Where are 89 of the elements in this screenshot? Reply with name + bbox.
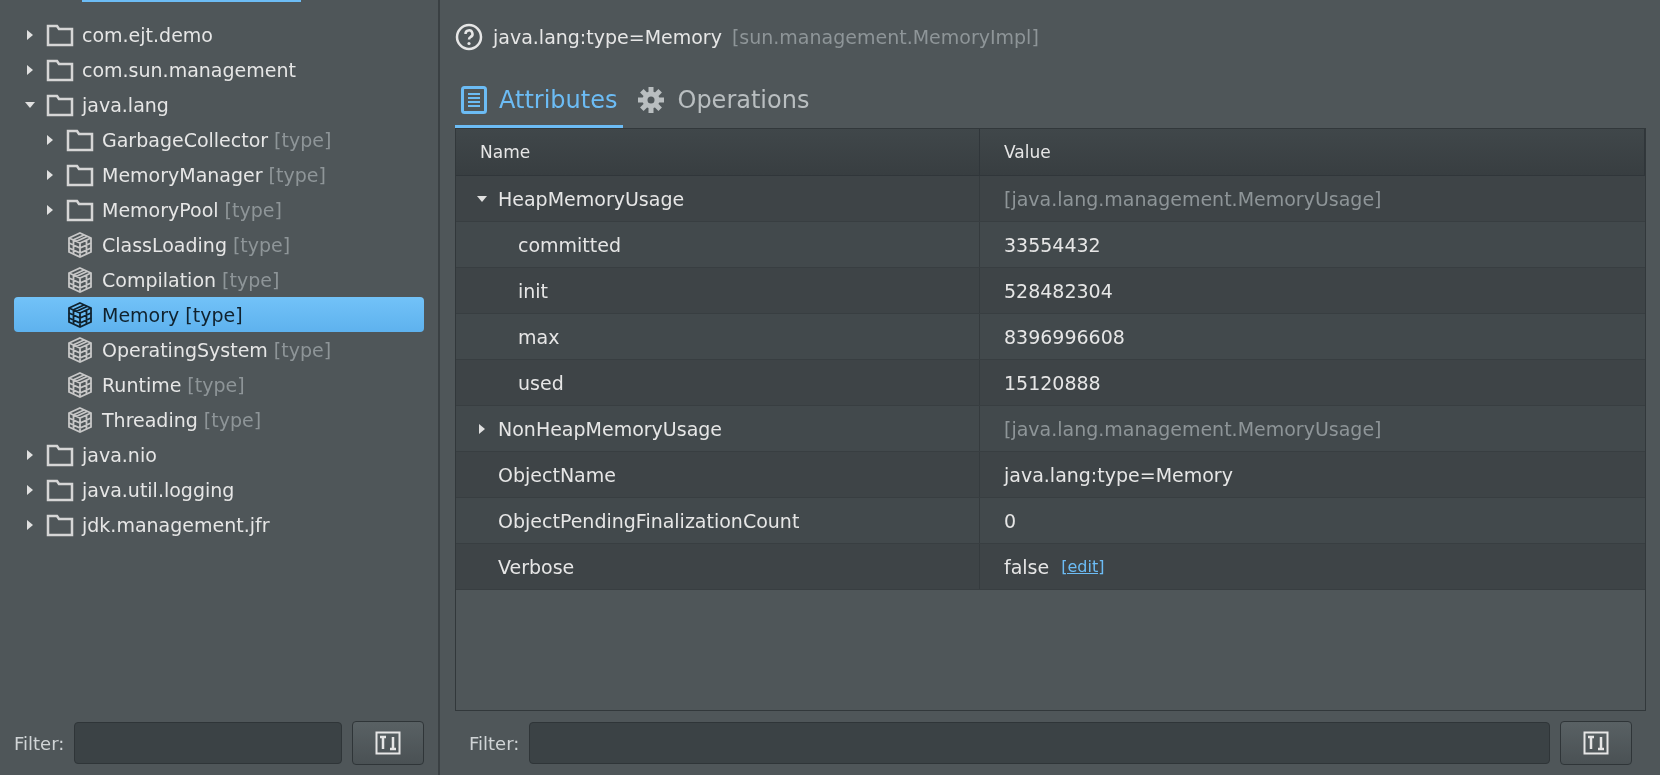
tree-item-label: com.ejt.demo	[82, 23, 213, 46]
attribute-name: ObjectName	[498, 463, 616, 486]
attribute-name: Verbose	[498, 555, 575, 578]
tree-item-label: MemoryPool	[102, 198, 219, 221]
tree-item[interactable]: ClassLoading [type]	[14, 227, 424, 262]
tree-item-label: Memory	[102, 303, 180, 326]
column-header[interactable]: Value	[980, 129, 1645, 175]
tree-item[interactable]: MemoryManager [type]	[14, 157, 424, 192]
tree-item[interactable]: MemoryPool [type]	[14, 192, 424, 227]
filter-field[interactable]	[74, 722, 342, 764]
tree-item-label: jdk.management.jfr	[82, 513, 270, 536]
tree-item[interactable]: jdk.management.jfr	[14, 507, 424, 542]
help-icon	[455, 23, 483, 51]
tree-item-type: [type]	[273, 338, 332, 361]
folder-icon	[46, 57, 74, 82]
cube-icon	[66, 230, 94, 259]
attribute-value: 33554432	[1004, 233, 1101, 256]
folder-icon	[66, 197, 94, 222]
attribute-value: false	[1004, 555, 1050, 578]
attribute-value: [java.lang.management.MemoryUsage]	[1004, 187, 1382, 210]
attribute-value: 15120888	[1004, 371, 1101, 394]
tree-item-type: [type]	[232, 233, 291, 256]
tree-item-type: [type]	[187, 373, 245, 396]
attribute-value: 0	[1004, 509, 1017, 532]
tree-item[interactable]: com.ejt.demo	[14, 17, 424, 52]
mbean-class-name: [sun.management.MemoryImpl]	[731, 26, 1039, 48]
cube-icon	[66, 265, 94, 294]
attribute-name: max	[518, 325, 560, 348]
tree-item[interactable]: Compilation [type]	[14, 262, 424, 297]
filter-field[interactable]	[529, 722, 1550, 764]
attribute-value: 8396996608	[1004, 325, 1125, 348]
tree-item-label: Runtime	[102, 373, 182, 396]
tree-item[interactable]: Runtime [type]	[14, 367, 424, 402]
tree-item[interactable]: com.sun.management	[14, 52, 424, 87]
filter-options-button[interactable]	[352, 721, 424, 765]
tree-item[interactable]: java.nio	[14, 437, 424, 472]
tree-item-type: [type]	[274, 128, 332, 151]
tree-item-type: [type]	[185, 303, 243, 326]
tree-item-type: [type]	[222, 268, 280, 291]
attribute-name: NonHeapMemoryUsage	[498, 417, 723, 440]
gear-icon	[637, 85, 666, 114]
edit-link[interactable]: [edit]	[1061, 557, 1105, 576]
list-icon	[461, 85, 487, 114]
attribute-name: committed	[518, 233, 621, 256]
tree-item[interactable]: java.lang	[14, 87, 424, 122]
tree-item-label: MemoryManager	[102, 163, 263, 186]
tree-item-type: [type]	[203, 408, 262, 431]
folder-icon	[66, 162, 94, 187]
mbean-object-name: java.lang:type=Memory	[493, 26, 722, 48]
tree-item-label: Compilation	[102, 268, 217, 291]
folder-icon	[46, 92, 74, 117]
filter-label: Filter:	[14, 732, 65, 754]
tree-item-label: com.sun.management	[82, 58, 296, 81]
attribute-value: 528482304	[1004, 279, 1113, 302]
tree-item-label: java.lang	[82, 93, 169, 116]
column-header[interactable]: Name	[456, 129, 980, 175]
folder-icon	[66, 127, 94, 152]
tab[interactable]: Operations	[631, 74, 816, 128]
tree-item[interactable]: Threading [type]	[14, 402, 424, 437]
attribute-value: [java.lang.management.MemoryUsage]	[1004, 417, 1382, 440]
attribute-value: java.lang:type=Memory	[1004, 463, 1233, 486]
tree-item[interactable]: OperatingSystem [type]	[14, 332, 424, 367]
tree-item-label: java.nio	[82, 443, 157, 466]
cube-icon	[66, 370, 94, 399]
filter-label: Filter:	[469, 732, 520, 754]
filter-toggle-icon	[1583, 731, 1609, 755]
tree-item-label: ClassLoading	[102, 233, 227, 256]
tree-item-label: Threading	[102, 408, 198, 431]
tree-item-label: GarbageCollector	[102, 128, 269, 151]
cube-icon	[66, 335, 94, 364]
tree-item-type: [type]	[268, 163, 326, 186]
filter-options-button[interactable]	[1560, 721, 1632, 765]
tree-item[interactable]: java.util.logging	[14, 472, 424, 507]
folder-icon	[46, 477, 74, 502]
attribute-name: init	[518, 279, 549, 302]
folder-icon	[46, 512, 74, 537]
attribute-name: HeapMemoryUsage	[498, 187, 685, 210]
tree-item-label: OperatingSystem	[102, 338, 268, 361]
tree-item-label: java.util.logging	[82, 478, 235, 501]
attribute-name: ObjectPendingFinalizationCount	[498, 509, 800, 532]
filter-toggle-icon	[375, 731, 401, 755]
tree-item[interactable]: Memory [type]	[14, 297, 424, 332]
cube-icon	[66, 300, 94, 329]
tree-item[interactable]: GarbageCollector [type]	[14, 122, 424, 157]
tree-item-type: [type]	[224, 198, 282, 221]
folder-icon	[46, 442, 74, 467]
attribute-name: used	[518, 371, 564, 394]
cube-icon	[66, 405, 94, 434]
folder-icon	[46, 22, 74, 47]
